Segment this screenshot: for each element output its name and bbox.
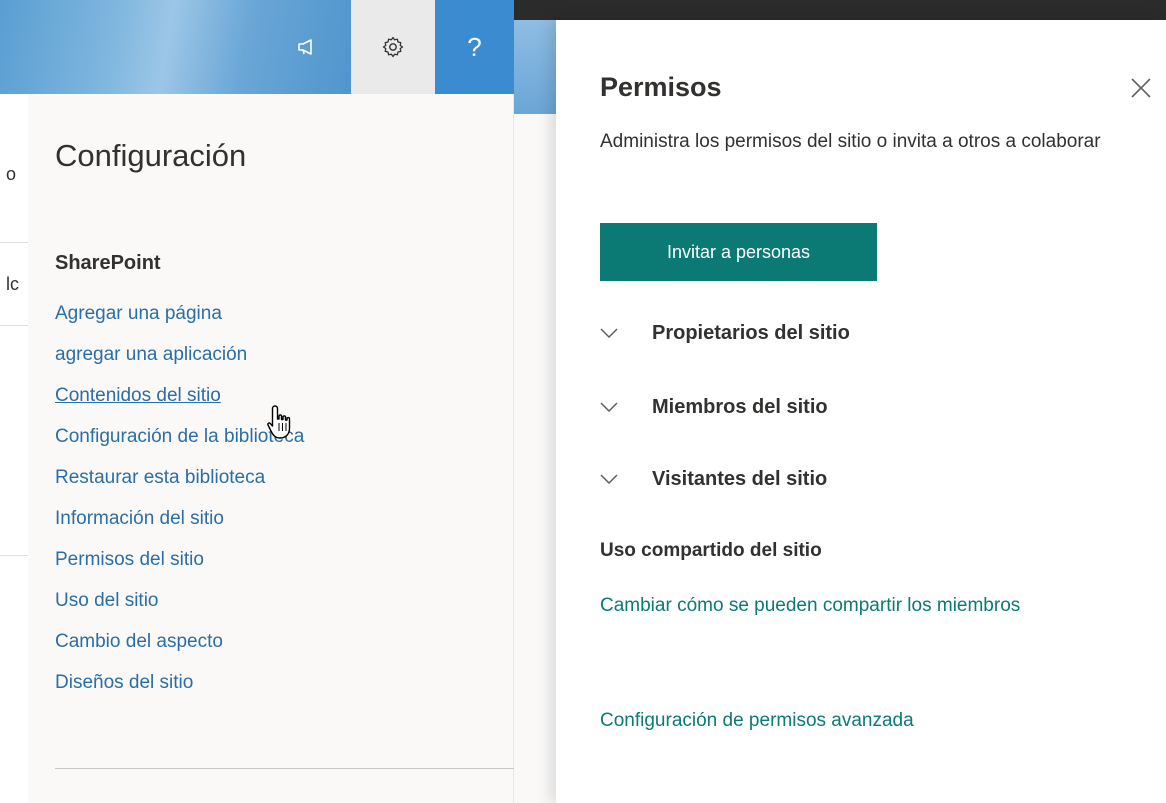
background-page: o lc [0,0,28,803]
site-visitors-group[interactable]: Visitantes del sitio [600,459,827,499]
change-sharing-link[interactable]: Cambiar cómo se pueden compartir los mie… [600,590,1070,622]
chevron-down-icon [600,402,624,412]
site-information-link[interactable]: Información del sitio [55,498,304,539]
megaphone-icon [298,39,312,55]
settings-button[interactable] [351,0,435,94]
background-text: lc [6,274,19,294]
permissions-panel: Permisos Administra los permisos del sit… [556,20,1166,803]
add-app-link[interactable]: agregar una aplicación [55,334,304,375]
header-edge [514,20,556,114]
divider [0,325,28,326]
chevron-down-icon [600,328,624,338]
help-icon: ? [467,31,482,62]
section-heading: SharePoint [55,252,161,274]
help-button[interactable]: ? [435,0,514,94]
sharing-heading: Uso compartido del sitio [600,540,822,561]
group-label: Miembros del sitio [652,395,828,418]
invite-people-button[interactable]: Invitar a personas [600,223,877,281]
site-owners-group[interactable]: Propietarios del sitio [600,313,850,353]
close-icon [1131,78,1151,98]
panel-title: Permisos [600,72,722,102]
background-text: o [6,164,17,184]
settings-panel: Configuración SharePoint Agregar una pág… [28,94,514,803]
divider [0,555,28,556]
group-label: Visitantes del sitio [652,467,828,490]
settings-link-list: Agregar una página agregar una aplicació… [55,293,304,703]
gear-icon [382,36,404,58]
advanced-permissions-link[interactable]: Configuración de permisos avanzada [600,710,914,732]
divider [0,242,28,243]
site-permissions-link[interactable]: Permisos del sitio [55,539,304,580]
divider [55,768,514,769]
feedback-button[interactable] [263,0,351,94]
top-bar [514,0,1166,20]
panel-description: Administra los permisos del sitio o invi… [600,131,1101,152]
hand-cursor-icon [267,405,291,439]
close-button[interactable] [1128,75,1158,105]
site-usage-link[interactable]: Uso del sitio [55,580,304,621]
change-look-link[interactable]: Cambio del aspecto [55,621,304,662]
group-label: Propietarios del sitio [652,321,850,344]
site-members-group[interactable]: Miembros del sitio [600,387,828,427]
site-designs-link[interactable]: Diseños del sitio [55,662,304,703]
chevron-down-icon [600,474,624,484]
add-page-link[interactable]: Agregar una página [55,293,304,334]
suite-header: ? [0,0,514,94]
panel-title: Configuración [55,138,247,173]
restore-library-link[interactable]: Restaurar esta biblioteca [55,457,304,498]
